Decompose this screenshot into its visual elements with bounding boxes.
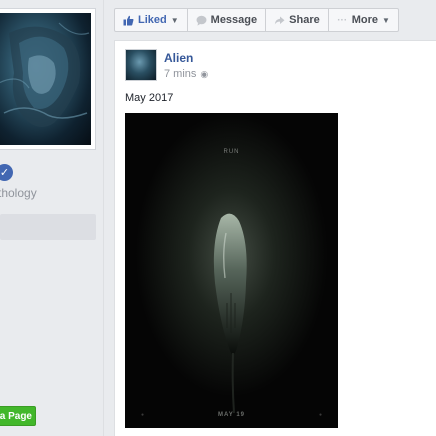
profile-picture[interactable] bbox=[0, 8, 96, 150]
sidebar-menu-item[interactable] bbox=[0, 214, 96, 240]
timestamp-text: 7 mins bbox=[164, 68, 197, 80]
post-text: May 2017 bbox=[125, 92, 174, 104]
chevron-down-icon: ▼ bbox=[382, 15, 390, 25]
share-arrow-icon bbox=[274, 15, 285, 26]
more-dots-icon: ··· bbox=[337, 14, 348, 26]
post-author-link[interactable]: Alien bbox=[164, 51, 193, 65]
liked-button[interactable]: Liked ▼ bbox=[115, 9, 188, 31]
author-avatar[interactable] bbox=[125, 49, 157, 81]
create-page-button[interactable]: a Page bbox=[0, 406, 36, 426]
globe-icon: ◉ bbox=[200, 68, 209, 79]
poster-corner-mark: ● bbox=[318, 412, 322, 418]
poster-release-date: MAY 19 bbox=[217, 412, 245, 418]
message-label: Message bbox=[210, 14, 258, 26]
message-icon bbox=[196, 15, 207, 26]
chevron-down-icon: ▼ bbox=[170, 15, 179, 25]
page-sidebar: ✓ thology a Page bbox=[0, 0, 104, 436]
message-button[interactable]: Message bbox=[188, 9, 267, 31]
post-image[interactable]: RUN ● MAY 19 ● bbox=[125, 113, 338, 428]
liked-label: Liked bbox=[138, 14, 167, 26]
more-label: More bbox=[351, 14, 378, 26]
share-label: Share bbox=[289, 14, 320, 26]
poster-tagline: RUN bbox=[223, 149, 240, 155]
share-button[interactable]: Share bbox=[266, 9, 329, 31]
more-button[interactable]: ··· More ▼ bbox=[329, 9, 398, 31]
verified-badge-icon: ✓ bbox=[0, 164, 13, 181]
profile-picture-image bbox=[0, 13, 91, 145]
thumbs-up-icon bbox=[123, 15, 134, 26]
page-action-bar: Liked ▼ Message Share ··· More ▼ bbox=[114, 8, 399, 32]
post-timestamp[interactable]: 7 mins ◉ bbox=[164, 68, 208, 80]
page-category[interactable]: thology bbox=[0, 186, 37, 200]
post-card: Alien 7 mins ◉ May 2017 RUN ● MAY 19 ● bbox=[114, 40, 436, 436]
